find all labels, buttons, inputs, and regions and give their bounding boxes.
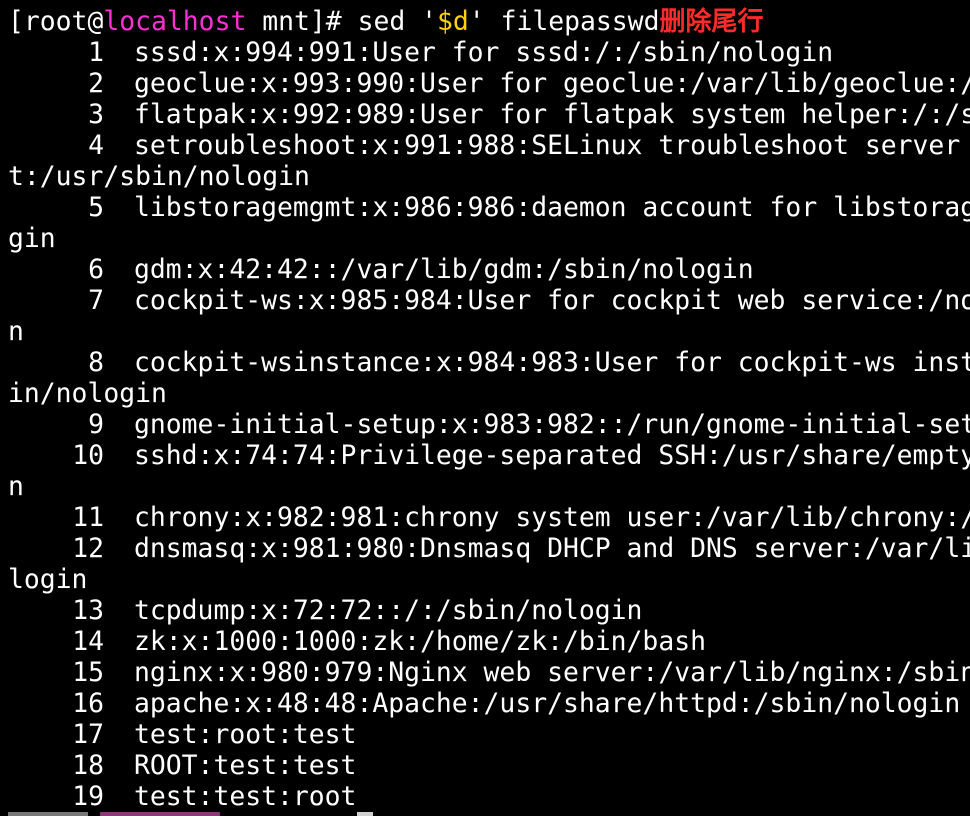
prompt-user: [root@ bbox=[8, 6, 104, 37]
line-text: test:root:test bbox=[134, 719, 357, 750]
output-line: 12 dnsmasq:x:981:980:Dnsmasq DHCP and DNS… bbox=[0, 533, 970, 564]
line-number: 13 bbox=[72, 595, 104, 626]
line-text: setroubleshoot:x:991:988:SELinux trouble… bbox=[134, 130, 961, 161]
line-number: 8 bbox=[88, 347, 104, 378]
line-number: 4 bbox=[88, 130, 104, 161]
line-text: sshd:x:74:74:Privilege-separated SSH:/us… bbox=[134, 440, 970, 471]
output-line: 2 geoclue:x:993:990:User for geoclue:/var… bbox=[0, 68, 970, 99]
line-number: 6 bbox=[88, 254, 104, 285]
line-text: gdm:x:42:42::/var/lib/gdm:/sbin/nologin bbox=[134, 254, 754, 285]
line-text: flatpak:x:992:989:User for flatpak syste… bbox=[134, 99, 970, 130]
output-line: 19 test:test:root bbox=[0, 781, 970, 812]
line-text: dnsmasq:x:981:980:Dnsmasq DHCP and DNS s… bbox=[134, 533, 970, 564]
output-line: 18 ROOT:test:test bbox=[0, 750, 970, 781]
line-text: chrony:x:982:981:chrony system user:/var… bbox=[134, 502, 970, 533]
wrapped-line-continuation: n bbox=[8, 471, 24, 502]
line-text: tcpdump:x:72:72::/:/sbin/nologin bbox=[134, 595, 643, 626]
next-prompt-partial bbox=[0, 812, 300, 816]
line-number: 19 bbox=[72, 781, 104, 812]
annotation-label: 删除尾行 bbox=[659, 7, 764, 37]
line-number: 12 bbox=[72, 533, 104, 564]
command-output: 1 sssd:x:994:991:User for sssd:/:/sbin/no… bbox=[0, 37, 970, 812]
output-line: 15 nginx:x:980:979:Nginx web server:/var/… bbox=[0, 657, 970, 688]
line-number: 1 bbox=[88, 37, 104, 68]
wrapped-line-continuation: t:/usr/sbin/nologin bbox=[8, 161, 310, 192]
output-line: 4 setroubleshoot:x:991:988:SELinux troubl… bbox=[0, 130, 970, 161]
text-cursor bbox=[357, 812, 373, 816]
line-number: 18 bbox=[72, 750, 104, 781]
output-line: 11 chrony:x:982:981:chrony system user:/v… bbox=[0, 502, 970, 533]
line-number: 5 bbox=[88, 192, 104, 223]
output-line: 14 zk:x:1000:1000:zk:/home/zk:/bin/bash bbox=[0, 626, 970, 657]
line-text: sssd:x:994:991:User for sssd:/:/sbin/nol… bbox=[134, 37, 834, 68]
output-line: 17 test:root:test bbox=[0, 719, 970, 750]
line-number: 3 bbox=[88, 99, 104, 130]
line-text: cockpit-ws:x:985:984:User for cockpit we… bbox=[134, 285, 970, 316]
output-line: 7 cockpit-ws:x:985:984:User for cockpit w… bbox=[0, 285, 970, 316]
line-number: 11 bbox=[72, 502, 104, 533]
wrapped-line-continuation: n bbox=[8, 316, 24, 347]
line-text: test:test:root bbox=[134, 781, 357, 812]
output-line: 8 cockpit-wsinstance:x:984:983:User for c… bbox=[0, 347, 970, 378]
line-text: libstoragemgmt:x:986:986:daemon account … bbox=[134, 192, 970, 223]
line-number: 2 bbox=[88, 68, 104, 99]
line-number: 7 bbox=[88, 285, 104, 316]
line-text: cockpit-wsinstance:x:984:983:User for co… bbox=[134, 347, 970, 378]
prompt-cwd-command: mnt]# sed ' bbox=[246, 6, 438, 37]
prompt-host: localhost bbox=[103, 6, 247, 37]
terminal-window[interactable]: [root@localhost mnt]# sed '$d' filepassw… bbox=[0, 0, 970, 816]
line-text: zk:x:1000:1000:zk:/home/zk:/bin/bash bbox=[134, 626, 706, 657]
line-text: apache:x:48:48:Apache:/usr/share/httpd:/… bbox=[134, 688, 961, 719]
line-text: ROOT:test:test bbox=[134, 750, 357, 781]
output-line: 6 gdm:x:42:42::/var/lib/gdm:/sbin/nologin bbox=[0, 254, 970, 285]
line-text: nginx:x:980:979:Nginx web server:/var/li… bbox=[134, 657, 970, 688]
output-line: 13 tcpdump:x:72:72::/:/sbin/nologin bbox=[0, 595, 970, 626]
line-text: gnome-initial-setup:x:983:982::/run/gnom… bbox=[134, 409, 970, 440]
command-prompt-line: [root@localhost mnt]# sed '$d' filepassw… bbox=[0, 6, 970, 37]
output-line: 5 libstoragemgmt:x:986:986:daemon account… bbox=[0, 192, 970, 223]
line-number: 16 bbox=[72, 688, 104, 719]
wrapped-line-continuation: in/nologin bbox=[8, 378, 167, 409]
wrapped-line-continuation: login bbox=[8, 564, 88, 595]
line-number: 9 bbox=[88, 409, 104, 440]
output-line: 1 sssd:x:994:991:User for sssd:/:/sbin/no… bbox=[0, 37, 970, 68]
line-number: 10 bbox=[72, 440, 104, 471]
line-text: geoclue:x:993:990:User for geoclue:/var/… bbox=[134, 68, 970, 99]
output-line: 3 flatpak:x:992:989:User for flatpak syst… bbox=[0, 99, 970, 130]
output-line: 10 sshd:x:74:74:Privilege-separated SSH:/… bbox=[0, 440, 970, 471]
line-number: 14 bbox=[72, 626, 104, 657]
line-number: 15 bbox=[72, 657, 104, 688]
command-target-file: ' filepasswd bbox=[468, 6, 660, 37]
line-number: 17 bbox=[72, 719, 104, 750]
wrapped-line-continuation: gin bbox=[8, 223, 56, 254]
output-line: 9 gnome-initial-setup:x:983:982::/run/gno… bbox=[0, 409, 970, 440]
output-line: 16 apache:x:48:48:Apache:/usr/share/httpd… bbox=[0, 688, 970, 719]
sed-expression: $d bbox=[437, 6, 469, 37]
